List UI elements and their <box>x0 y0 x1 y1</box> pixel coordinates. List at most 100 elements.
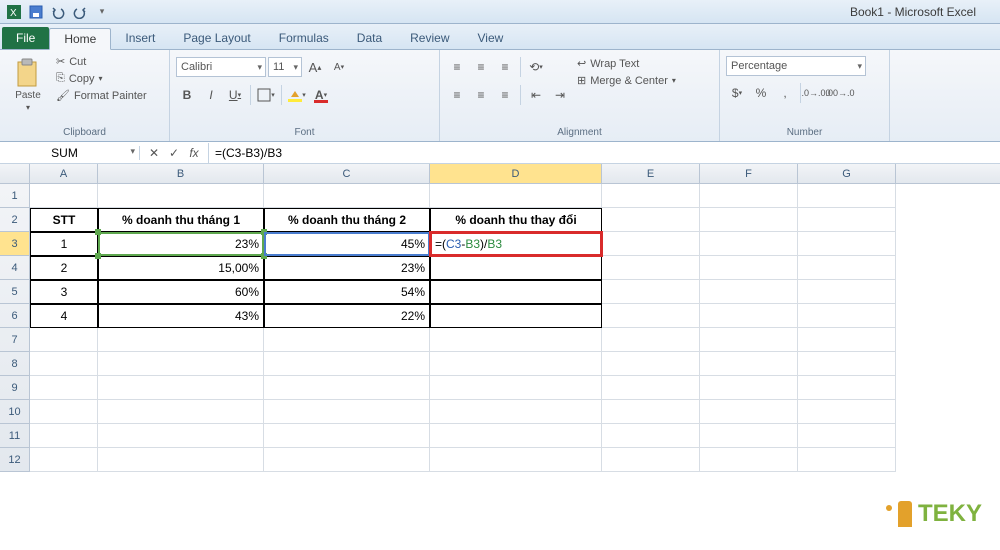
cell-C4[interactable]: 23% <box>264 256 430 280</box>
row-header-8[interactable]: 8 <box>0 352 30 376</box>
tab-review[interactable]: Review <box>396 27 463 49</box>
cell-A4[interactable]: 2 <box>30 256 98 280</box>
select-all-corner[interactable] <box>0 164 30 183</box>
align-right-button[interactable]: ≡ <box>494 84 516 106</box>
cell-C3[interactable]: 45% <box>264 232 430 256</box>
row-header-12[interactable]: 12 <box>0 448 30 472</box>
increase-indent-button[interactable]: ⇥ <box>549 84 571 106</box>
tab-formulas[interactable]: Formulas <box>265 27 343 49</box>
excel-icon[interactable]: X <box>4 2 24 22</box>
row-header-2[interactable]: 2 <box>0 208 30 232</box>
align-left-button[interactable]: ≡ <box>446 84 468 106</box>
row-header-9[interactable]: 9 <box>0 376 30 400</box>
cell-B5[interactable]: 60% <box>98 280 264 304</box>
font-name-select[interactable]: Calibri <box>176 57 266 77</box>
align-middle-button[interactable]: ≡ <box>470 56 492 78</box>
align-top-button[interactable]: ≡ <box>446 56 468 78</box>
cancel-formula-button[interactable]: ✕ <box>144 143 164 163</box>
cell-C5[interactable]: 54% <box>264 280 430 304</box>
fx-button[interactable]: fx <box>184 143 204 163</box>
font-name-value: Calibri <box>181 61 212 73</box>
row-header-4[interactable]: 4 <box>0 256 30 280</box>
orientation-button[interactable]: ⟲▾ <box>525 56 547 78</box>
col-header-C[interactable]: C <box>264 164 430 183</box>
row-header-1[interactable]: 1 <box>0 184 30 208</box>
increase-decimal-button[interactable]: .0→.00 <box>805 82 827 104</box>
font-size-select[interactable]: 11 <box>268 57 302 77</box>
decrease-decimal-button[interactable]: .00→.0 <box>829 82 851 104</box>
formula-input[interactable]: =(C3-B3)/B3 <box>209 146 1000 160</box>
d3-b3b: B3 <box>487 237 502 251</box>
cell-A5[interactable]: 3 <box>30 280 98 304</box>
d3-eq: =( <box>435 237 446 251</box>
name-box-value: SUM <box>51 146 78 160</box>
bold-button[interactable]: B <box>176 84 198 106</box>
watermark-dot-icon <box>886 505 892 511</box>
row-header-11[interactable]: 11 <box>0 424 30 448</box>
redo-icon[interactable] <box>70 2 90 22</box>
percent-format-button[interactable]: % <box>750 82 772 104</box>
tab-page-layout[interactable]: Page Layout <box>169 27 264 49</box>
row-header-6[interactable]: 6 <box>0 304 30 328</box>
font-color-button[interactable]: A▾ <box>310 84 332 106</box>
col-header-E[interactable]: E <box>602 164 700 183</box>
group-alignment: ≡ ≡ ≡ ⟲▾ ≡ ≡ ≡ ⇤ ⇥ ↩Wrap Text ⊞Merge & C… <box>440 50 720 141</box>
cell-C2[interactable]: % doanh thu tháng 2 <box>264 208 430 232</box>
tab-file[interactable]: File <box>2 27 49 49</box>
save-icon[interactable] <box>26 2 46 22</box>
group-clipboard: Paste ▾ ✂Cut ⎘Copy ▾ 🖌Format Painter Cli… <box>0 50 170 141</box>
underline-button[interactable]: U▾ <box>224 84 246 106</box>
formula-bar-row: SUM ✕ ✓ fx =(C3-B3)/B3 <box>0 142 1000 164</box>
cells-area[interactable]: STT % doanh thu tháng 1 % doanh thu thán… <box>30 184 896 472</box>
fill-color-button[interactable]: ▾ <box>286 84 308 106</box>
row-header-3[interactable]: 3 <box>0 232 30 256</box>
cell-A3[interactable]: 1 <box>30 232 98 256</box>
col-header-D[interactable]: D <box>430 164 602 183</box>
cell-D6[interactable] <box>430 304 602 328</box>
qat-dropdown-icon[interactable]: ▾ <box>92 2 112 22</box>
tab-insert[interactable]: Insert <box>111 27 169 49</box>
cell-B6[interactable]: 43% <box>98 304 264 328</box>
cell-A6[interactable]: 4 <box>30 304 98 328</box>
col-header-A[interactable]: A <box>30 164 98 183</box>
row-header-5[interactable]: 5 <box>0 280 30 304</box>
comma-format-button[interactable]: , <box>774 82 796 104</box>
align-center-button[interactable]: ≡ <box>470 84 492 106</box>
number-group-label: Number <box>726 126 883 139</box>
wrap-text-button[interactable]: ↩Wrap Text <box>575 56 678 71</box>
grow-font-button[interactable]: A▴ <box>304 56 326 78</box>
italic-button[interactable]: I <box>200 84 222 106</box>
cell-A2[interactable]: STT <box>30 208 98 232</box>
cell-D4[interactable] <box>430 256 602 280</box>
name-box[interactable]: SUM <box>0 146 140 160</box>
accounting-format-button[interactable]: $▾ <box>726 82 748 104</box>
merge-center-button[interactable]: ⊞Merge & Center ▾ <box>575 73 678 88</box>
border-button[interactable]: ▾ <box>255 84 277 106</box>
merge-label: Merge & Center <box>590 75 668 87</box>
cell-B3[interactable]: 23% <box>98 232 264 256</box>
format-painter-button[interactable]: 🖌Format Painter <box>54 88 149 103</box>
paste-button[interactable]: Paste ▾ <box>6 52 50 118</box>
number-format-select[interactable]: Percentage <box>726 56 866 76</box>
align-bottom-button[interactable]: ≡ <box>494 56 516 78</box>
copy-button[interactable]: ⎘Copy ▾ <box>54 71 149 86</box>
cell-C6[interactable]: 22% <box>264 304 430 328</box>
cell-D5[interactable] <box>430 280 602 304</box>
shrink-font-button[interactable]: A▾ <box>328 56 350 78</box>
row-header-10[interactable]: 10 <box>0 400 30 424</box>
tab-home[interactable]: Home <box>49 28 111 50</box>
col-header-F[interactable]: F <box>700 164 798 183</box>
tab-data[interactable]: Data <box>343 27 396 49</box>
decrease-indent-button[interactable]: ⇤ <box>525 84 547 106</box>
cell-D3[interactable]: =(C3-B3)/B3 <box>430 232 602 256</box>
cut-button[interactable]: ✂Cut <box>54 54 149 69</box>
row-header-7[interactable]: 7 <box>0 328 30 352</box>
cell-D2[interactable]: % doanh thu thay đổi <box>430 208 602 232</box>
undo-icon[interactable] <box>48 2 68 22</box>
cell-B2[interactable]: % doanh thu tháng 1 <box>98 208 264 232</box>
tab-view[interactable]: View <box>464 27 518 49</box>
col-header-B[interactable]: B <box>98 164 264 183</box>
enter-formula-button[interactable]: ✓ <box>164 143 184 163</box>
col-header-G[interactable]: G <box>798 164 896 183</box>
cell-B4[interactable]: 15,00% <box>98 256 264 280</box>
